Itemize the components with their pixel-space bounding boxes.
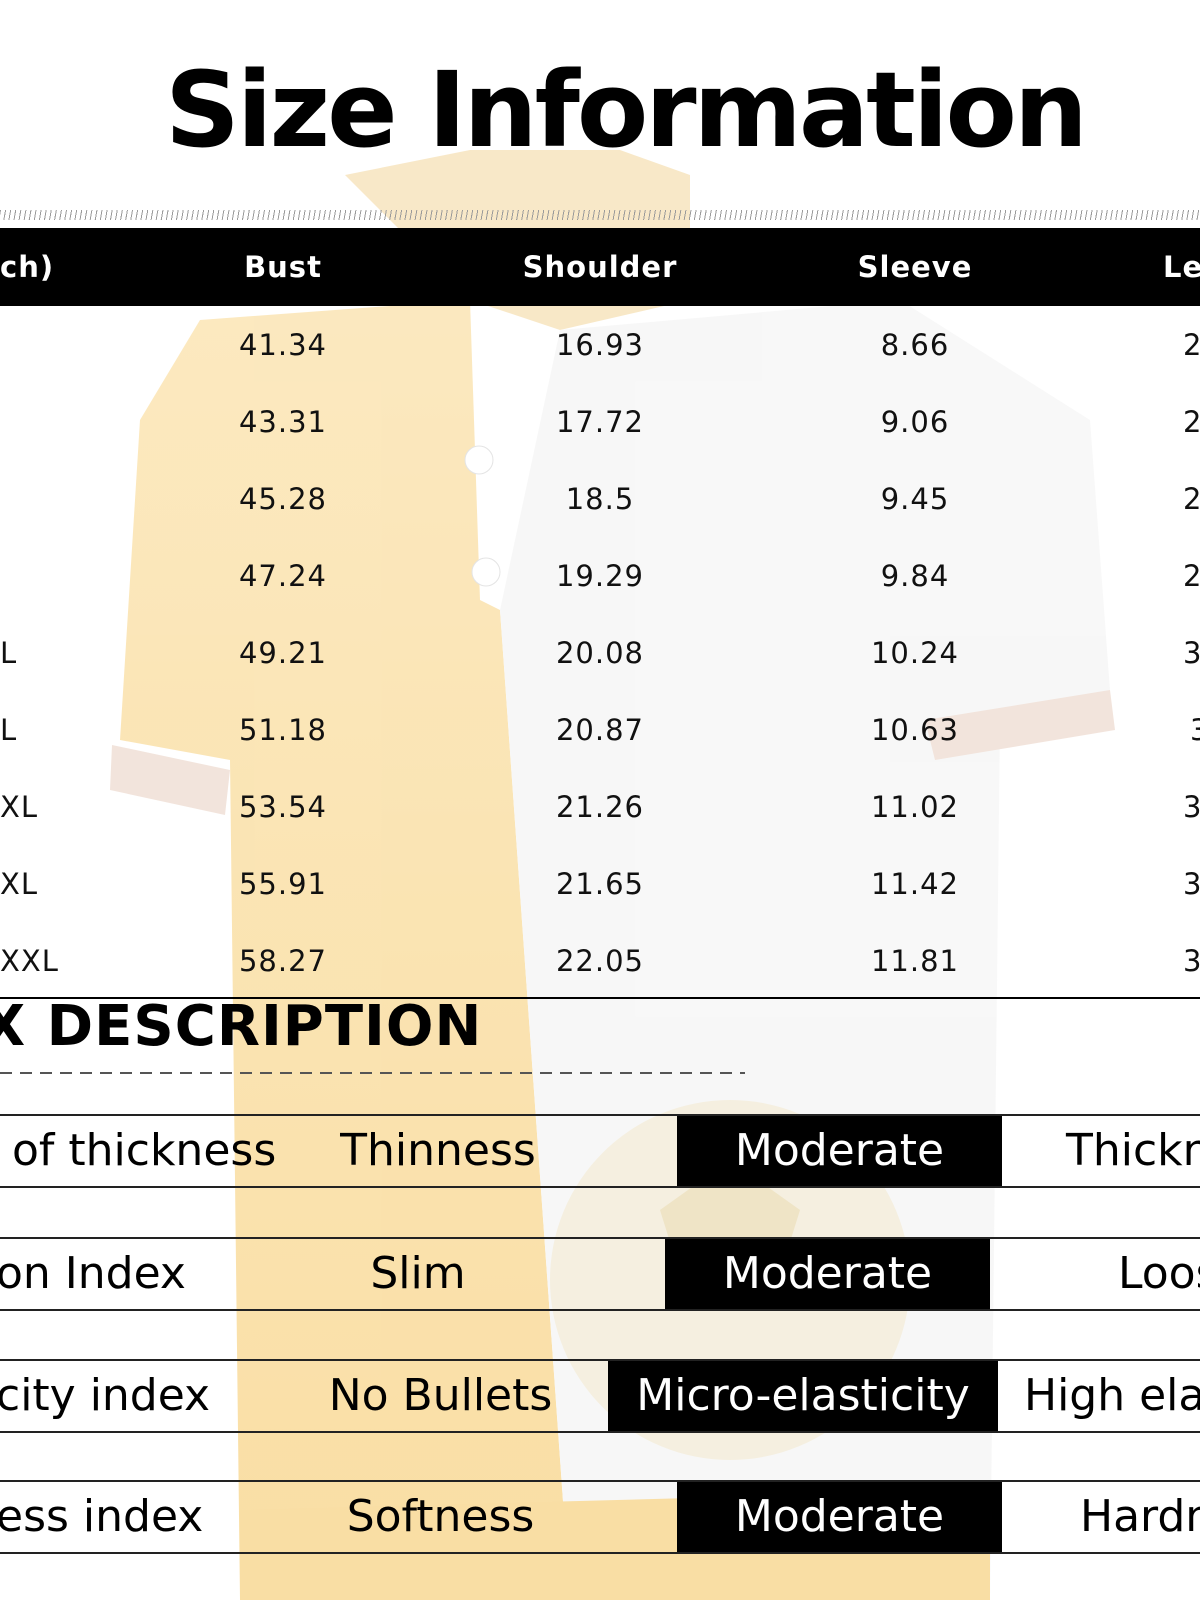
sleeve-cell: 10.24 xyxy=(870,636,960,670)
header-sleeve: Sleeve xyxy=(857,250,973,284)
sleeve-cell: 9.84 xyxy=(880,559,950,593)
length-cell: 2 xyxy=(1183,482,1200,516)
table-row: 41.34 16.93 8.66 2 xyxy=(0,307,1200,384)
bust-cell: 41.34 xyxy=(238,328,328,362)
length-cell: 2 xyxy=(1183,405,1200,439)
index-label: city index xyxy=(0,1370,211,1421)
size-cell: XL xyxy=(0,790,39,824)
option-slim: Slim xyxy=(370,1248,466,1299)
shoulder-cell: 21.65 xyxy=(555,867,645,901)
table-row: XL 55.91 21.65 11.42 3 xyxy=(0,846,1200,923)
length-cell: 3 xyxy=(1183,867,1200,901)
option-hardness: Hardn xyxy=(1080,1491,1200,1542)
table-row: 45.28 18.5 9.45 2 xyxy=(0,461,1200,538)
page-title: Size Information xyxy=(165,49,1088,171)
sleeve-cell: 10.63 xyxy=(870,713,960,747)
shoulder-cell: 21.26 xyxy=(555,790,645,824)
sleeve-cell: 9.06 xyxy=(880,405,950,439)
shoulder-cell: 20.08 xyxy=(555,636,645,670)
option-thinness: Thinness xyxy=(340,1125,536,1176)
thickness-index-row: of thickness Thinness Moderate Thickn xyxy=(0,1114,1200,1188)
index-section-title: X DESCRIPTION xyxy=(0,994,483,1059)
bust-cell: 58.27 xyxy=(238,944,328,978)
bust-cell: 47.24 xyxy=(238,559,328,593)
size-information-page: Size Information ch) Bust Shoulder Sleev… xyxy=(0,0,1200,1600)
shoulder-cell: 19.29 xyxy=(555,559,645,593)
size-cell xyxy=(0,384,120,461)
sleeve-cell: 8.66 xyxy=(880,328,950,362)
option-no-bullets: No Bullets xyxy=(328,1370,553,1421)
header-length: Le xyxy=(1163,250,1200,284)
bust-cell: 53.54 xyxy=(238,790,328,824)
table-row: 43.31 17.72 9.06 2 xyxy=(0,384,1200,461)
sleeve-cell: 11.02 xyxy=(870,790,960,824)
size-cell: L xyxy=(0,636,18,670)
option-micro-elasticity-selected: Micro-elasticity xyxy=(608,1361,998,1431)
shoulder-cell: 22.05 xyxy=(555,944,645,978)
sleeve-cell: 11.42 xyxy=(870,867,960,901)
shoulder-cell: 17.72 xyxy=(555,405,645,439)
sleeve-cell: 9.45 xyxy=(880,482,950,516)
option-moderate-selected: Moderate xyxy=(677,1116,1002,1186)
header-shoulder: Shoulder xyxy=(522,250,678,284)
table-row: XL 53.54 21.26 11.02 3 xyxy=(0,769,1200,846)
size-cell xyxy=(0,307,120,384)
bust-cell: 45.28 xyxy=(238,482,328,516)
index-label: of thickness xyxy=(12,1125,277,1176)
shoulder-cell: 18.5 xyxy=(565,482,635,516)
size-cell: L xyxy=(0,713,18,747)
size-cell: XXL xyxy=(0,944,59,978)
index-label: on Index xyxy=(0,1248,186,1299)
softness-index-row: ess index Softness Moderate Hardn xyxy=(0,1480,1200,1554)
option-softness: Softness xyxy=(346,1491,535,1542)
elasticity-index-row: city index No Bullets Micro-elasticity H… xyxy=(0,1359,1200,1433)
shoulder-cell: 20.87 xyxy=(555,713,645,747)
size-cell: XL xyxy=(0,867,39,901)
shoulder-cell: 16.93 xyxy=(555,328,645,362)
index-label: ess index xyxy=(0,1491,204,1542)
length-cell: 3 xyxy=(1183,790,1200,824)
size-cell xyxy=(0,461,120,538)
table-row: XXL 58.27 22.05 11.81 3 xyxy=(0,923,1200,1000)
option-loose: Loos xyxy=(1118,1248,1200,1299)
table-row: 47.24 19.29 9.84 2 xyxy=(0,538,1200,615)
header-size: ch) xyxy=(0,250,55,284)
sleeve-cell: 11.81 xyxy=(870,944,960,978)
length-cell: 3 xyxy=(1183,636,1200,670)
dashed-divider xyxy=(0,1072,745,1074)
option-thickness: Thickn xyxy=(1066,1125,1200,1176)
length-cell: 3 xyxy=(1190,692,1200,769)
header-bust: Bust xyxy=(244,250,322,284)
bust-cell: 49.21 xyxy=(238,636,328,670)
bust-cell: 51.18 xyxy=(238,713,328,747)
option-high-elasticity: High ela xyxy=(1024,1370,1200,1421)
bust-cell: 43.31 xyxy=(238,405,328,439)
measure-ruler-divider xyxy=(0,210,1200,220)
table-row: L 51.18 20.87 10.63 3 xyxy=(0,692,1200,769)
version-index-row: on Index Slim Moderate Loos xyxy=(0,1237,1200,1311)
length-cell: 2 xyxy=(1183,328,1200,362)
option-moderate-selected: Moderate xyxy=(665,1239,990,1309)
length-cell: 2 xyxy=(1183,559,1200,593)
bust-cell: 55.91 xyxy=(238,867,328,901)
size-table-header: ch) Bust Shoulder Sleeve Le xyxy=(0,228,1200,306)
table-row: L 49.21 20.08 10.24 3 xyxy=(0,615,1200,692)
length-cell: 3 xyxy=(1183,944,1200,978)
size-cell xyxy=(0,538,120,615)
option-moderate-selected: Moderate xyxy=(677,1482,1002,1552)
